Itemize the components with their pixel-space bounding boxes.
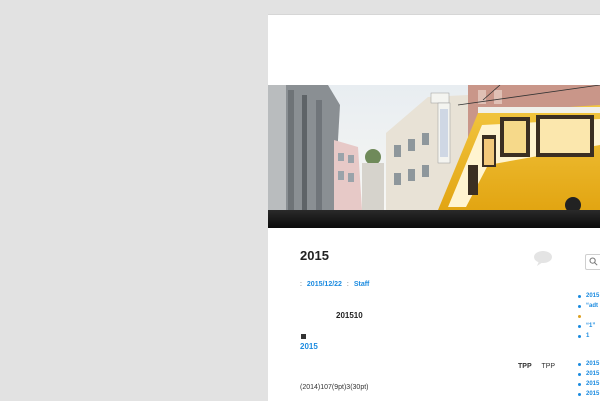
tpp-plain-text: TPP (541, 363, 556, 370)
main-content: 2015 : 2015/12/22 : Staff 201510 2015 TP… (268, 228, 600, 401)
meta-separator: : (300, 281, 302, 288)
search-icon (589, 257, 598, 266)
page: 2015 : 2015/12/22 : Staff 201510 2015 TP… (268, 14, 600, 401)
tpp-row: TPP TPP (518, 363, 555, 370)
recent-post-link[interactable] (578, 311, 599, 321)
archive-link[interactable]: 2015 (578, 379, 599, 389)
post-title[interactable]: 2015 (300, 248, 329, 263)
tram-street-illustration (268, 85, 600, 210)
site-header (268, 15, 600, 85)
comment-bubble-icon[interactable] (533, 250, 553, 266)
recent-post-link[interactable]: “1” (578, 321, 599, 331)
archive-link[interactable]: 2015 (578, 389, 599, 399)
tpp-bold-text: TPP (518, 363, 532, 370)
recent-post-link[interactable]: “adt (578, 301, 599, 311)
recent-posts-list: 2015 “adt “1” 1 (578, 291, 599, 341)
square-bullet-icon (301, 334, 306, 339)
sidebar: 2015 “adt “1” 1 2015 2015 2015 2015 2015 (578, 228, 600, 401)
post-date-link[interactable]: 2015/12/22 (307, 281, 342, 288)
header-banner-image (268, 85, 600, 210)
recent-post-link[interactable]: 1 (578, 331, 599, 341)
main-navigation-bar (268, 210, 600, 228)
post-body-line: (2014)107(9pt)3(30pt) (300, 384, 369, 391)
archive-list: 2015 2015 2015 2015 2015 (578, 359, 599, 401)
meta-separator: : (346, 281, 349, 288)
recent-post-link[interactable]: 2015 (578, 291, 599, 301)
archive-link[interactable]: 2015 (578, 359, 599, 369)
post-month-text: 201510 (336, 311, 363, 320)
year-link[interactable]: 2015 (300, 342, 318, 351)
search-input[interactable] (585, 254, 600, 270)
post-author-link[interactable]: Staff (354, 281, 370, 288)
post-meta: : 2015/12/22 : Staff (300, 281, 372, 288)
archive-link[interactable]: 2015 (578, 369, 599, 379)
